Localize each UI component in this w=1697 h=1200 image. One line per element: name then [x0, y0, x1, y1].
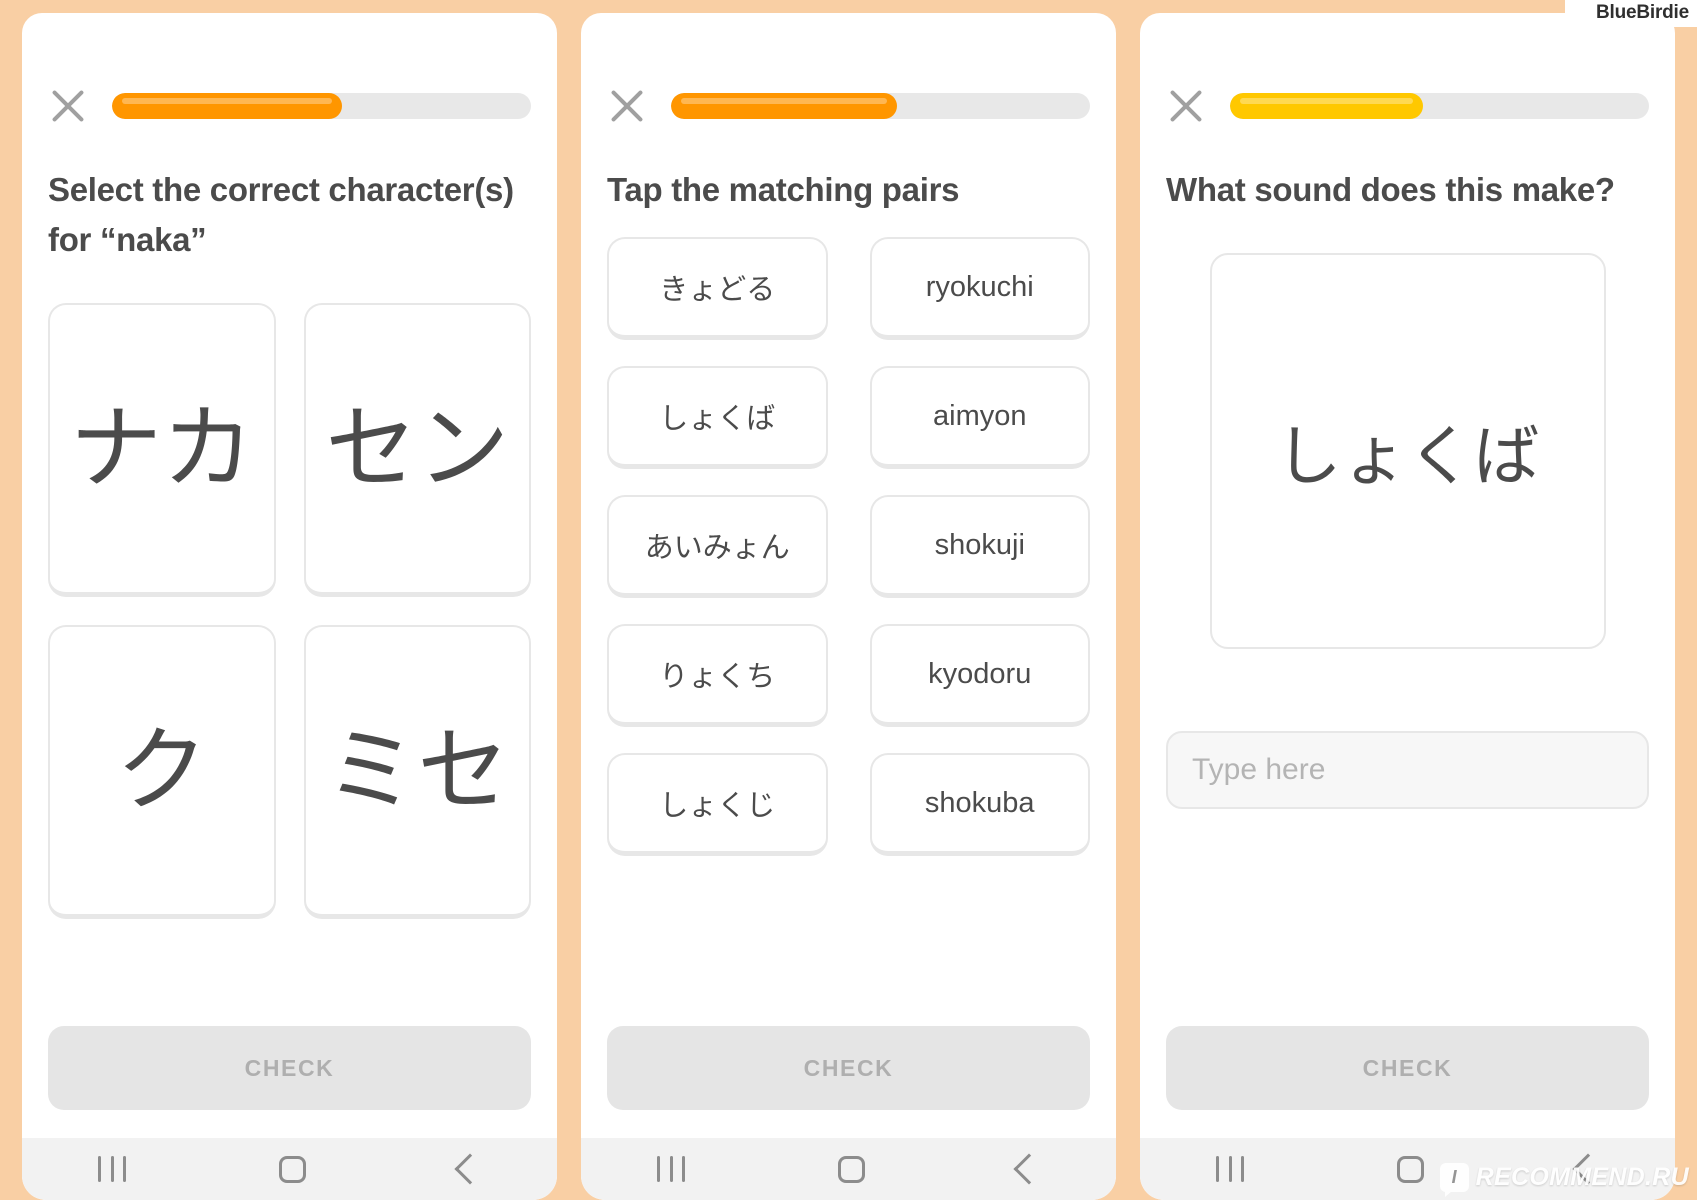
- character-tile[interactable]: ナカ: [48, 303, 276, 598]
- close-icon[interactable]: [1166, 86, 1206, 126]
- irecommend-logo-icon: I: [1439, 1163, 1469, 1197]
- screenshot-collage: Select the correct character(s) for “nak…: [22, 13, 1675, 1200]
- page-title: Select the correct character(s) for “nak…: [48, 171, 514, 259]
- recents-icon[interactable]: [98, 1156, 127, 1182]
- back-icon[interactable]: [454, 1153, 486, 1185]
- phone-screen-what-sound: What sound does this make? しょくば CHECK: [1140, 13, 1675, 1200]
- lesson-content-1: Select the correct character(s) for “nak…: [22, 13, 557, 1026]
- lesson-content-2: Tap the matching pairs きょどる ryokuchi しょく…: [581, 13, 1116, 1026]
- character-tile[interactable]: ク: [48, 625, 276, 920]
- progress-fill-2: [671, 93, 898, 119]
- irecommend-watermark: I RECOMMEND.RU: [1439, 1163, 1689, 1197]
- home-icon[interactable]: [837, 1155, 865, 1183]
- close-icon[interactable]: [48, 86, 88, 126]
- pair-chip-romaji[interactable]: shokuji: [869, 495, 1090, 599]
- progress-fill-1: [112, 93, 343, 119]
- page-title: Tap the matching pairs: [607, 171, 960, 208]
- lesson-header-1: [48, 85, 531, 127]
- lesson-header-2: [607, 85, 1090, 127]
- pair-chip-kana[interactable]: きょどる: [607, 237, 828, 341]
- home-icon[interactable]: [278, 1155, 306, 1183]
- pair-chip-kana[interactable]: あいみょん: [607, 495, 828, 599]
- phone-screen-select-character: Select the correct character(s) for “nak…: [22, 13, 557, 1200]
- pair-chip-kana[interactable]: しょくじ: [607, 753, 828, 857]
- progress-fill-3: [1230, 93, 1423, 119]
- pair-chip-romaji[interactable]: kyodoru: [869, 624, 1090, 728]
- close-icon[interactable]: [607, 86, 647, 126]
- lesson-content-3: What sound does this make? しょくば: [1140, 13, 1675, 1026]
- pair-chip-kana[interactable]: りょくち: [607, 624, 828, 728]
- page-title: What sound does this make?: [1166, 171, 1615, 208]
- irecommend-label: RECOMMEND.RU: [1475, 1163, 1689, 1191]
- matching-pairs-grid: きょどる ryokuchi しょくば aimyon あいみょん shokuji …: [607, 237, 1090, 857]
- progress-bar-1: [112, 93, 531, 119]
- android-navbar: [581, 1138, 1116, 1200]
- back-icon[interactable]: [1013, 1153, 1045, 1185]
- recents-icon[interactable]: [1216, 1156, 1245, 1182]
- sound-character-card: しょくば: [1209, 253, 1606, 650]
- pair-chip-kana[interactable]: しょくば: [607, 366, 828, 470]
- check-button[interactable]: CHECK: [48, 1026, 531, 1110]
- pair-chip-romaji[interactable]: shokuba: [869, 753, 1090, 857]
- character-tile[interactable]: ミセ: [303, 625, 531, 920]
- progress-bar-2: [671, 93, 1090, 119]
- pair-chip-romaji[interactable]: aimyon: [869, 366, 1090, 470]
- bluebirdie-watermark: BlueBirdie: [1595, 2, 1689, 23]
- progress-bar-3: [1230, 93, 1649, 119]
- pair-chip-romaji[interactable]: ryokuchi: [869, 237, 1090, 341]
- check-button[interactable]: CHECK: [607, 1026, 1090, 1110]
- android-navbar: [22, 1138, 557, 1200]
- home-icon[interactable]: [1396, 1155, 1424, 1183]
- character-tile-grid: ナカ セン ク ミセ: [48, 303, 531, 920]
- check-button[interactable]: CHECK: [1166, 1026, 1649, 1110]
- character-tile[interactable]: セン: [303, 303, 531, 598]
- recents-icon[interactable]: [657, 1156, 686, 1182]
- phone-screen-matching-pairs: Tap the matching pairs きょどる ryokuchi しょく…: [581, 13, 1116, 1200]
- lesson-header-3: [1166, 85, 1649, 127]
- answer-input[interactable]: [1166, 731, 1649, 810]
